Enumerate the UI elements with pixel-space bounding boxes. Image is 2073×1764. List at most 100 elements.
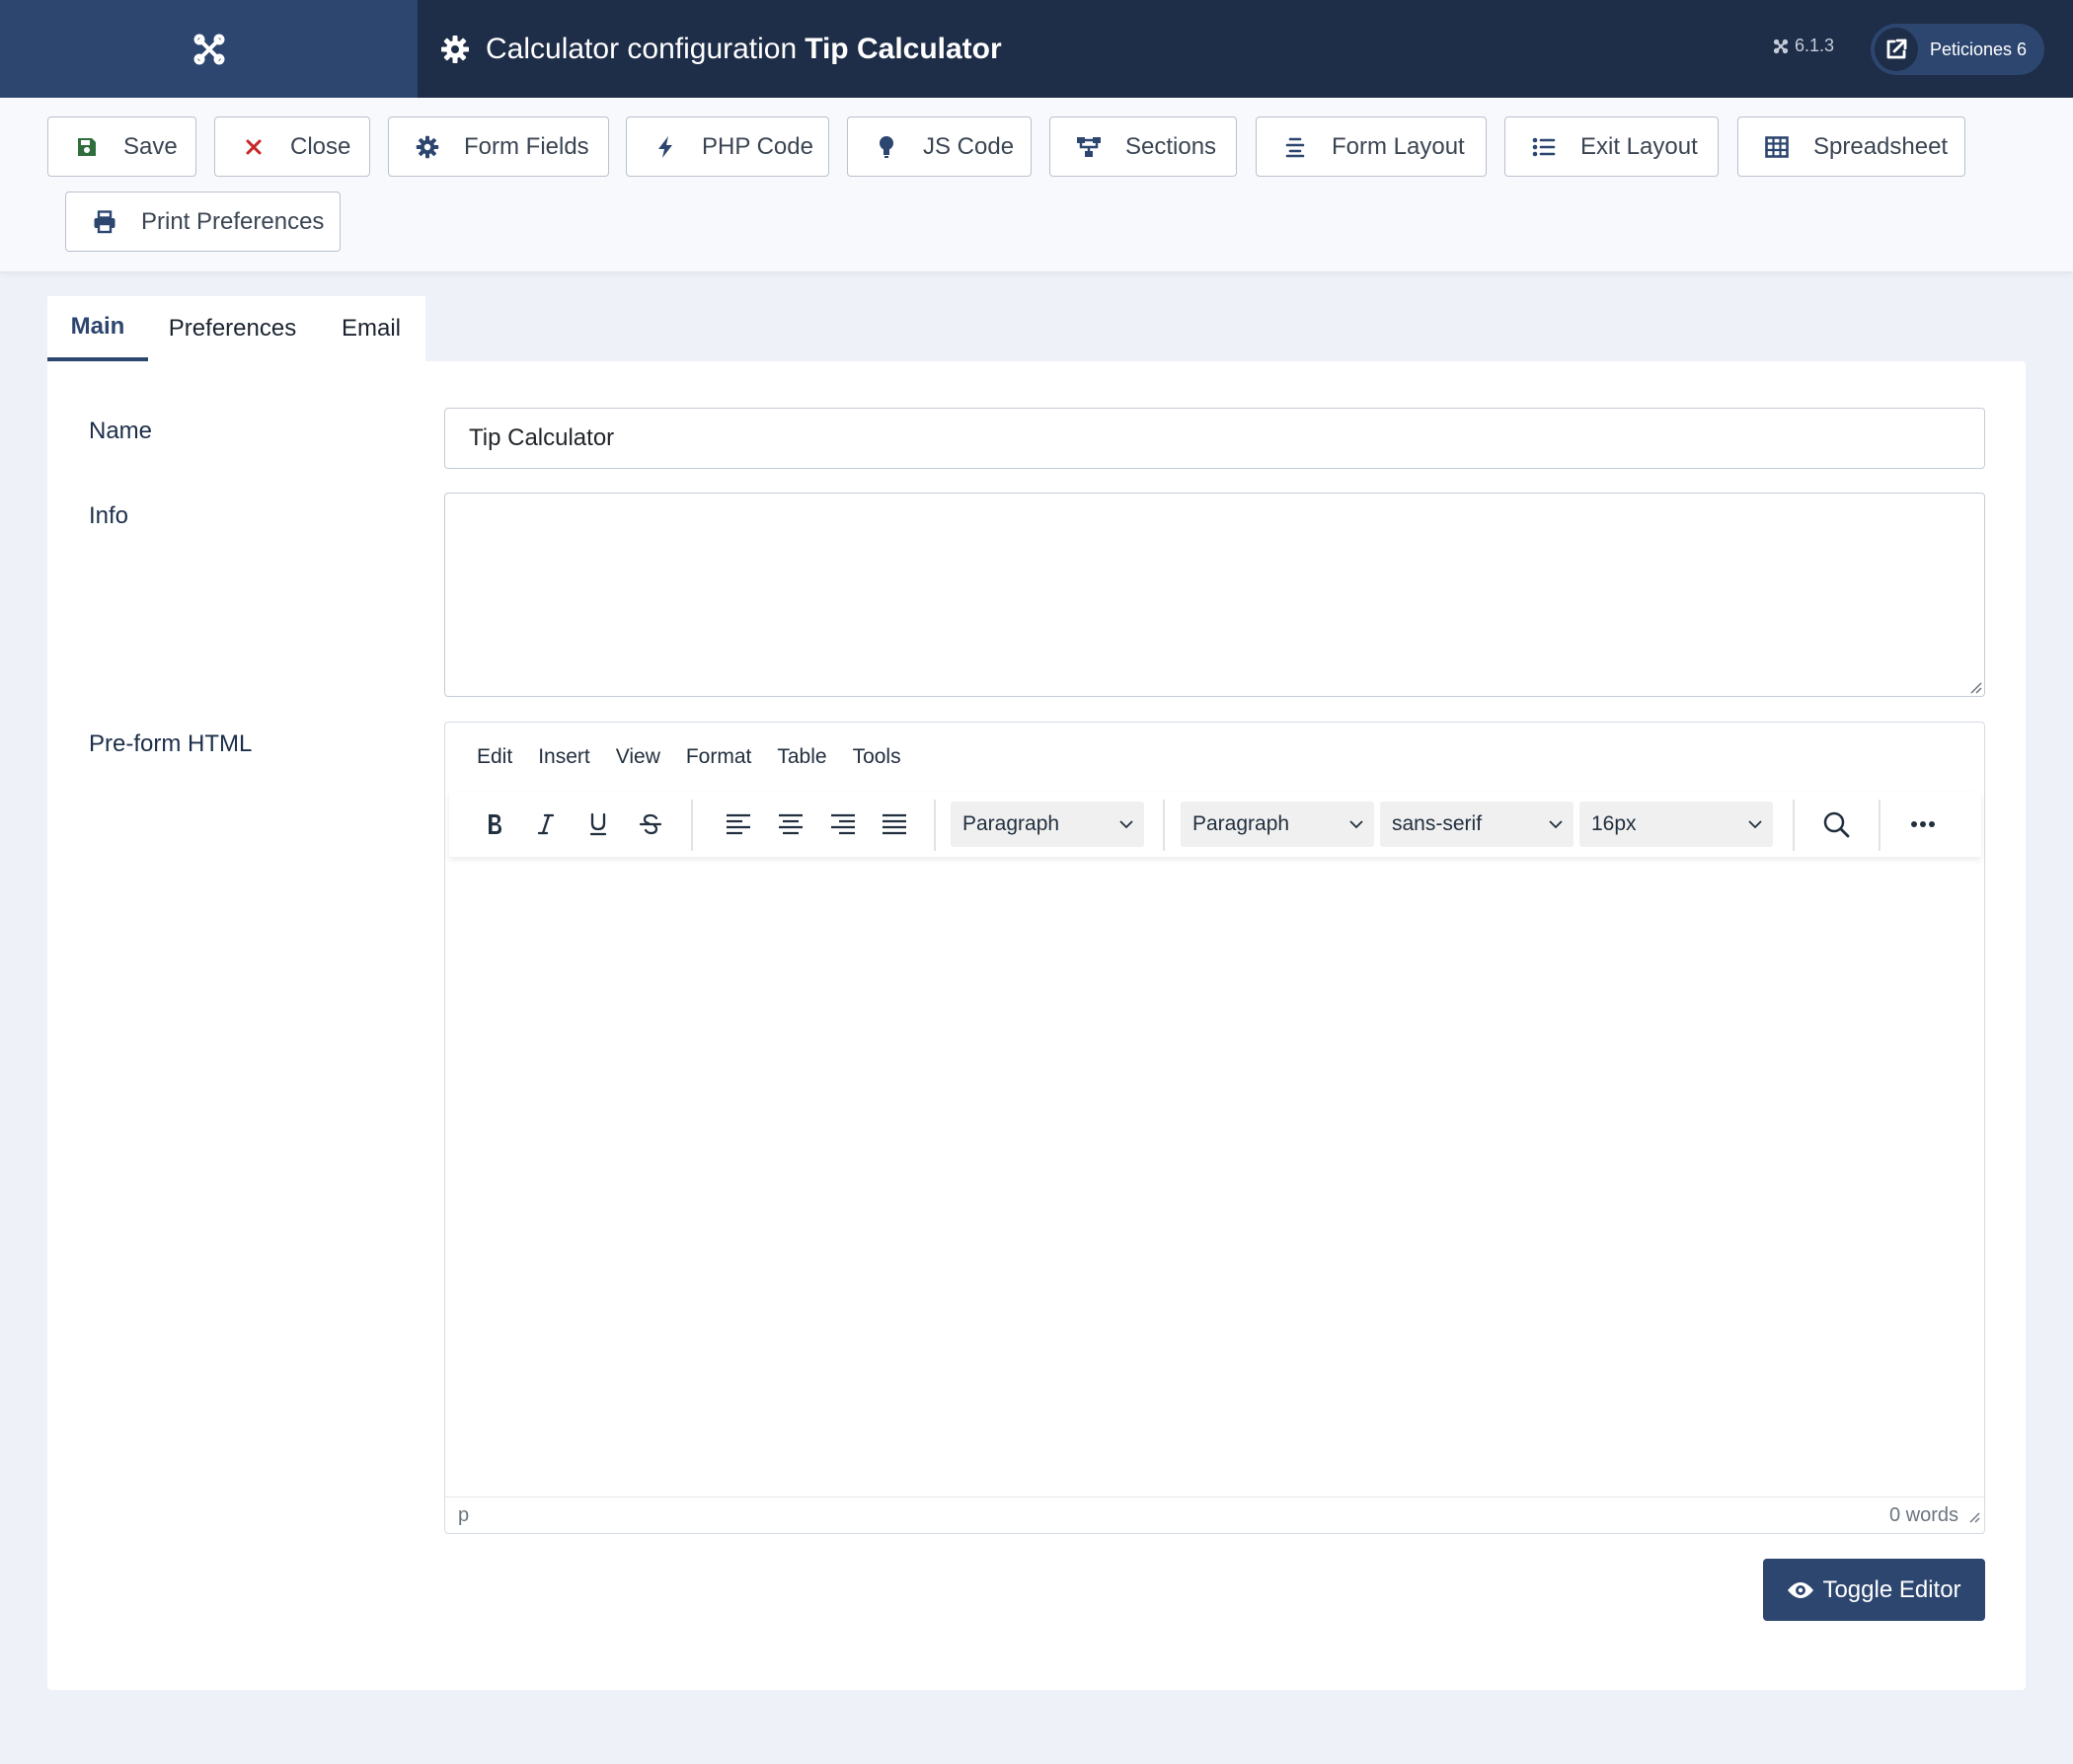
toolbar-separator — [1879, 800, 1881, 851]
editor-content-area[interactable] — [445, 857, 1984, 1496]
spreadsheet-button[interactable]: Spreadsheet — [1737, 116, 1965, 177]
tab-main[interactable]: Main — [47, 296, 148, 361]
joomla-small-icon — [1773, 38, 1789, 53]
exit-layout-label: Exit Layout — [1580, 132, 1698, 160]
align-left-icon — [727, 813, 750, 835]
spreadsheet-label: Spreadsheet — [1813, 132, 1949, 160]
search-button[interactable] — [1813, 802, 1859, 847]
styles-value: Paragraph — [1192, 812, 1290, 835]
toolbar-separator — [1163, 800, 1165, 851]
print-preferences-label: Print Preferences — [141, 207, 325, 235]
toolbar-separator — [691, 800, 693, 851]
justify-button[interactable] — [872, 802, 917, 847]
resize-grip-icon[interactable] — [1968, 680, 1982, 694]
info-textarea[interactable] — [444, 493, 1985, 697]
save-icon — [74, 134, 100, 160]
menu-tools[interactable]: Tools — [853, 745, 901, 769]
version-text: 6.1.3 — [1795, 36, 1835, 55]
bold-icon — [489, 814, 501, 834]
menu-insert[interactable]: Insert — [538, 745, 590, 769]
align-center-icon — [1282, 134, 1308, 160]
sections-button[interactable]: Sections — [1049, 116, 1237, 177]
form-layout-label: Form Layout — [1332, 132, 1465, 160]
block-format-select[interactable]: Paragraph — [951, 802, 1144, 847]
element-path[interactable]: p — [458, 1504, 469, 1527]
app-header: Calculator configuration Tip Calculator … — [0, 0, 2073, 98]
menu-format[interactable]: Format — [686, 745, 752, 769]
joomla-logo[interactable] — [0, 0, 418, 98]
external-link-icon — [1875, 28, 1918, 71]
exit-layout-button[interactable]: Exit Layout — [1504, 116, 1719, 177]
bolt-icon — [653, 134, 678, 160]
align-right-button[interactable] — [820, 802, 866, 847]
resize-grip-icon[interactable] — [1968, 1511, 1980, 1523]
editor-statusbar: p 0 words — [445, 1496, 1984, 1533]
joomla-icon — [193, 34, 224, 64]
search-icon — [1823, 811, 1850, 838]
menu-view[interactable]: View — [616, 745, 660, 769]
info-label: Info — [89, 502, 129, 529]
lightbulb-icon — [874, 134, 899, 160]
tab-email[interactable]: Email — [317, 296, 425, 361]
form-fields-label: Form Fields — [464, 132, 589, 160]
editor-toolbar: Paragraph Paragraph sans-serif 16px — [449, 792, 1981, 857]
peticiones-label: Peticiones 6 — [1930, 38, 2028, 59]
version-badge: 6.1.3 — [1773, 36, 1834, 56]
toggle-editor-button[interactable]: Toggle Editor — [1763, 1559, 1985, 1621]
sections-label: Sections — [1125, 132, 1217, 160]
align-center-button[interactable] — [768, 802, 813, 847]
js-code-button[interactable]: JS Code — [847, 116, 1032, 177]
font-size-select[interactable]: 16px — [1579, 802, 1773, 847]
eye-icon — [1788, 1581, 1814, 1598]
close-button[interactable]: Close — [214, 116, 370, 177]
title-name: Tip Calculator — [805, 32, 1002, 65]
italic-icon — [537, 813, 555, 835]
bold-button[interactable] — [472, 802, 517, 847]
strikethrough-icon — [639, 813, 662, 835]
strikethrough-button[interactable] — [628, 802, 673, 847]
tab-main-label: Main — [70, 313, 125, 340]
form-fields-button[interactable]: Form Fields — [388, 116, 609, 177]
align-right-icon — [831, 813, 855, 835]
close-icon — [241, 134, 267, 160]
menu-edit[interactable]: Edit — [477, 745, 512, 769]
font-family-value: sans-serif — [1392, 812, 1483, 835]
php-code-button[interactable]: PHP Code — [626, 116, 829, 177]
print-icon — [92, 209, 117, 235]
more-button[interactable] — [1900, 802, 1946, 847]
block-format-value: Paragraph — [962, 812, 1060, 835]
title-prefix: Calculator configuration — [486, 32, 798, 65]
justify-icon — [883, 813, 906, 835]
underline-button[interactable] — [576, 802, 621, 847]
form-layout-button[interactable]: Form Layout — [1256, 116, 1487, 177]
word-count[interactable]: 0 words — [1889, 1504, 1958, 1527]
toolbar-separator — [934, 800, 936, 851]
styles-select[interactable]: Paragraph — [1181, 802, 1374, 847]
tab-preferences-label: Preferences — [168, 315, 297, 342]
rich-text-editor: Edit Insert View Format Table Tools Para… — [444, 722, 1985, 1534]
font-size-value: 16px — [1591, 812, 1637, 835]
tab-email-label: Email — [341, 315, 401, 342]
align-left-button[interactable] — [716, 802, 761, 847]
peticiones-button[interactable]: Peticiones 6 — [1871, 24, 2044, 75]
save-button[interactable]: Save — [47, 116, 196, 177]
print-preferences-button[interactable]: Print Preferences — [65, 192, 341, 252]
editor-menubar: Edit Insert View Format Table Tools — [445, 723, 1984, 792]
gear-icon — [441, 35, 469, 63]
font-family-select[interactable]: sans-serif — [1380, 802, 1574, 847]
underline-icon — [589, 812, 607, 836]
list-icon — [1531, 134, 1557, 160]
align-center-icon — [779, 813, 803, 835]
table-icon — [1764, 134, 1790, 160]
chevron-down-icon — [1748, 820, 1762, 829]
menu-table[interactable]: Table — [777, 745, 826, 769]
chevron-down-icon — [1119, 820, 1133, 829]
name-label: Name — [89, 418, 153, 444]
page-title: Calculator configuration Tip Calculator — [440, 0, 1002, 98]
chevron-down-icon — [1549, 820, 1563, 829]
name-input[interactable]: Tip Calculator — [444, 408, 1985, 469]
close-label: Close — [290, 132, 351, 160]
tab-preferences[interactable]: Preferences — [148, 296, 317, 361]
italic-button[interactable] — [523, 802, 569, 847]
chevron-down-icon — [1349, 820, 1363, 829]
